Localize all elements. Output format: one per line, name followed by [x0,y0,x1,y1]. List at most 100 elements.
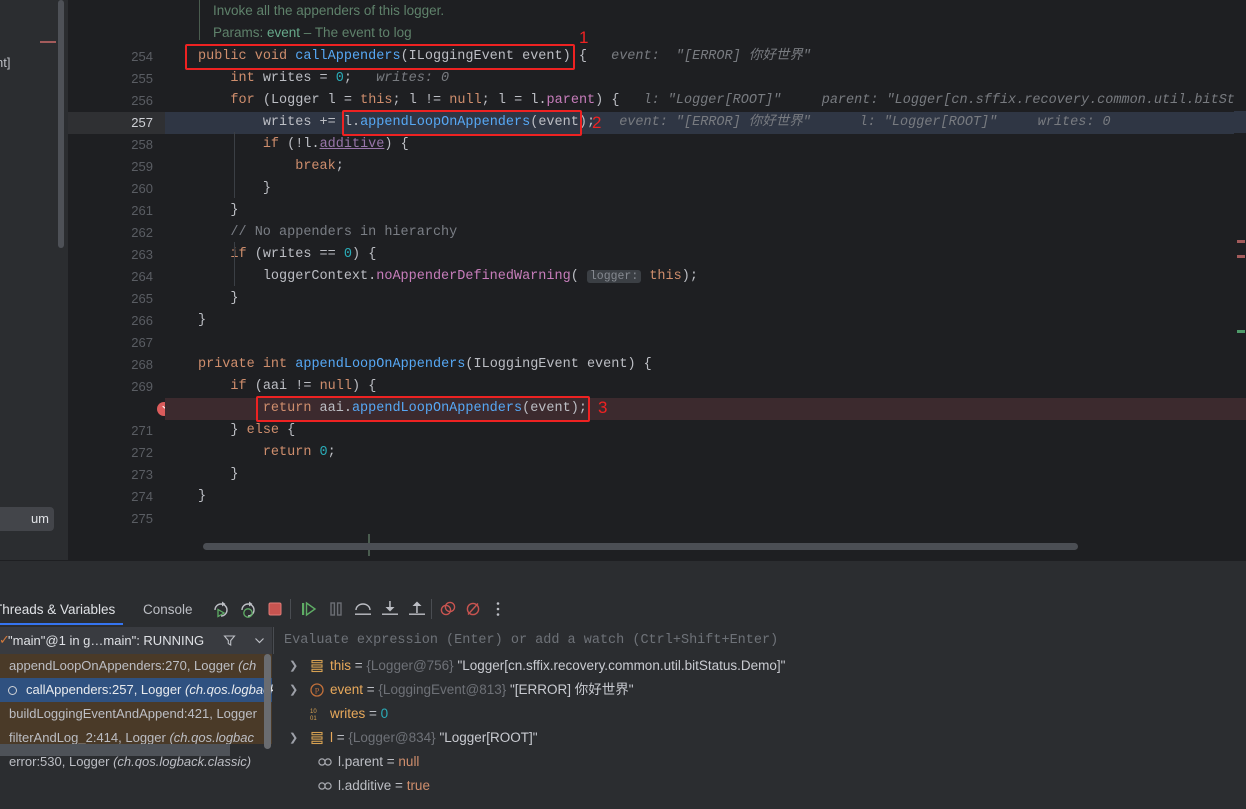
code-line[interactable] [165,508,1234,530]
editor-gutter[interactable]: 254 255 256 257 258 259 260 261 262 263 264 265 266 2… [68,0,171,560]
variable-row[interactable]: ❯ this = {Logger@756} "Logger[cn.sffix.re… [273,654,1246,678]
line-number: 268 [131,357,153,372]
call-stack-frame[interactable]: buildLoggingEventAndAppend:421, Logger [0,702,272,726]
code-line[interactable]: return aai.appendLoopOnAppenders(event); [165,398,1234,420]
code-line[interactable]: return 0; [165,442,1234,464]
debug-tool-window[interactable]: Threads & Variables Console ✓ "main"@1 i… [0,561,1246,809]
frames-list-partial-row [0,744,230,756]
field-icon [317,778,333,794]
code-content[interactable]: Invoke all the appenders of this logger.… [165,0,1234,560]
left-panel-red-marker [40,41,56,43]
stripe-exec-marker [1234,398,1246,420]
code-line[interactable]: if (!l.additive) { [165,134,1234,156]
doc-comment-guide [199,0,200,40]
editor-horizontal-scrollbar[interactable] [203,543,1078,550]
code-line[interactable]: if (aai != null) { [165,376,1234,398]
variable-row[interactable]: ❯ Pevent = {LoggingEvent@813} "[ERROR] 你好… [273,678,1246,702]
filter-icon[interactable] [222,633,237,653]
code-line[interactable]: } [165,486,1234,508]
code-line[interactable]: public void callAppenders(ILoggingEvent … [165,46,1234,68]
frame-label: buildLoggingEventAndAppend:421, Logger [9,706,257,721]
more-options-icon[interactable] [487,598,509,620]
step-into-icon[interactable] [379,598,401,620]
svg-text:P: P [315,686,320,695]
doc-comment-line: Params: event – The event to log [213,25,412,40]
code-line[interactable]: for (Logger l = this; l != null; l = l.p… [165,90,1234,112]
step-over-icon[interactable] [352,598,374,620]
editor-error-stripe[interactable] [1234,0,1246,560]
call-stack-frame[interactable]: callAppenders:257, Logger (ch.qos.logbac… [0,678,276,702]
code-line[interactable]: } [165,288,1234,310]
tab-active-indicator [0,623,123,625]
rerun-with-coverage-icon[interactable] [237,598,259,620]
primitive-icon: 10 01 [309,706,325,722]
resume-program-icon[interactable] [298,598,320,620]
variable-text: l.additive = true [338,778,430,793]
code-line[interactable]: loggerContext.noAppenderDefinedWarning( … [165,266,1234,288]
step-out-icon[interactable] [406,598,428,620]
evaluate-expression-bar[interactable] [273,627,1246,654]
line-number: 256 [131,93,153,108]
code-line[interactable]: if (writes == 0) { [165,244,1234,266]
code-line[interactable]: } [165,464,1234,486]
debug-toolbar[interactable]: Threads & Variables Console [0,594,1246,626]
variable-row[interactable]: ❯ l = {Logger@834} "Logger[ROOT]" [273,726,1246,750]
parameter-icon: P [309,682,325,698]
frames-scrollbar[interactable] [264,654,271,749]
line-number: 265 [131,291,153,306]
mute-breakpoints-icon[interactable] [437,598,459,620]
thread-selector[interactable]: ✓ "main"@1 in g…main": RUNNING [0,627,272,654]
chevron-right-icon[interactable]: ❯ [289,726,298,750]
stripe-marker [1237,255,1245,258]
tab-console[interactable]: Console [143,594,193,625]
svg-text:10: 10 [310,709,317,715]
line-number: 254 [131,49,153,64]
toolbar-separator [431,599,432,619]
pause-program-icon[interactable] [325,598,347,620]
variable-text: event = {LoggingEvent@813} "[ERROR] 你好世界… [330,682,634,697]
doc-comment-line: Invoke all the appenders of this logger. [213,3,445,18]
code-line[interactable]: // No appenders in hierarchy [165,222,1234,244]
line-number: 266 [131,313,153,328]
code-line[interactable]: } else { [165,420,1234,442]
thread-running-icon: ✓ [0,632,10,647]
line-number: 255 [131,71,153,86]
line-number: 259 [131,159,153,174]
variables-tree[interactable]: ❯ this = {Logger@756} "Logger[cn.sffix.re… [273,654,1246,809]
stop-icon[interactable] [264,598,286,620]
thread-selector-label: "main"@1 in g…main": RUNNING [8,633,205,648]
view-breakpoints-icon[interactable] [462,598,484,620]
code-line[interactable]: } [165,200,1234,222]
line-number: 273 [131,467,153,482]
code-line[interactable]: break; [165,156,1234,178]
code-line[interactable]: private int appendLoopOnAppenders(ILoggi… [165,354,1234,376]
rerun-icon[interactable] [210,598,232,620]
variable-text: l = {Logger@834} "Logger[ROOT]" [330,730,538,745]
left-panel-sliver: nt] um [0,0,56,560]
line-number: 257 [131,115,153,130]
toolbar-separator [290,599,291,619]
code-editor[interactable]: nt] um 254 255 256 257 258 259 260 261 262 263 264… [0,0,1246,560]
line-number: 267 [131,335,153,350]
left-panel-fragment-text: nt] [0,55,11,70]
evaluate-expression-input[interactable] [284,627,1208,654]
tab-threads-and-variables[interactable]: Threads & Variables [0,594,115,625]
code-line[interactable]: } [165,178,1234,200]
chevron-right-icon[interactable]: ❯ [289,678,298,702]
code-line[interactable] [165,332,1234,354]
call-stack-frames-list[interactable]: appendLoopOnAppenders:270, Logger (ch cal… [0,654,276,769]
variable-row[interactable]: 10 01 writes = 0 [273,702,1246,726]
variable-row[interactable]: l.additive = true [273,774,1246,798]
variable-text: this = {Logger@756} "Logger[cn.sffix.rec… [330,658,786,673]
line-number: 258 [131,137,153,152]
variable-row[interactable]: l.parent = null [273,750,1246,774]
chevron-down-icon[interactable] [252,633,267,653]
chevron-right-icon[interactable]: ❯ [289,654,298,678]
code-line[interactable]: } [165,310,1234,332]
left-panel-scrollbar[interactable] [58,0,64,248]
code-line[interactable]: writes += l.appendLoopOnAppenders(event)… [165,112,1234,134]
stripe-marker [1237,240,1245,243]
object-value-icon [309,730,325,746]
code-line[interactable]: int writes = 0; writes: 0 [165,68,1234,90]
call-stack-frame[interactable]: appendLoopOnAppenders:270, Logger (ch [0,654,272,678]
